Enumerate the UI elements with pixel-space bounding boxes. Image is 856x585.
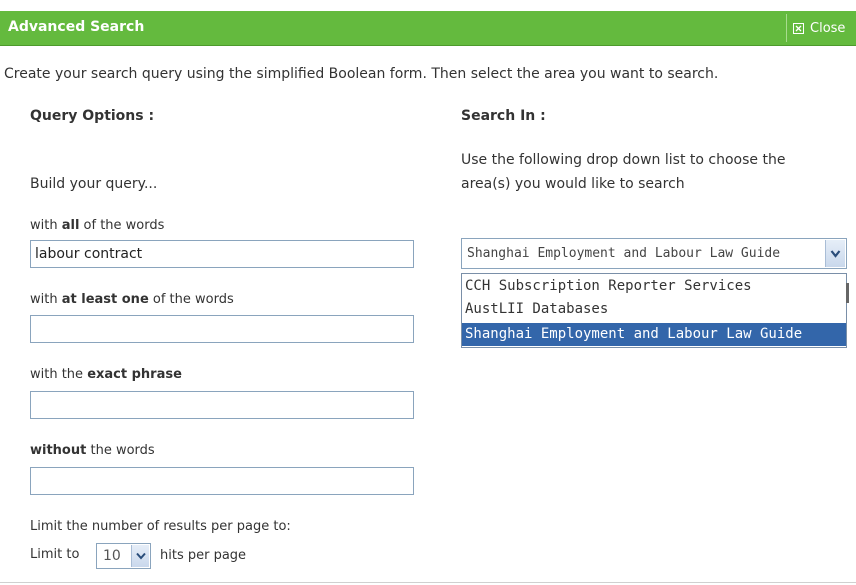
- close-label: Close: [810, 20, 846, 36]
- without-words-input[interactable]: [30, 467, 414, 495]
- build-query-label: Build your query...: [30, 176, 158, 192]
- search-area-dropdown-arrow[interactable]: [825, 240, 845, 267]
- limit-heading: Limit the number of results per page to:: [30, 519, 291, 534]
- exact-phrase-label: with the exact phrase: [30, 367, 182, 382]
- exact-phrase-input[interactable]: [30, 391, 414, 419]
- advanced-search-dialog: Advanced Search Close Create your search…: [0, 0, 856, 585]
- titlebar-divider: [786, 14, 787, 42]
- limit-select[interactable]: 10: [96, 543, 151, 569]
- at-least-one-input[interactable]: [30, 315, 414, 343]
- dialog-title: Advanced Search: [8, 19, 145, 35]
- dialog-bottom-border: [0, 582, 856, 583]
- limit-prefix: Limit to: [30, 547, 80, 562]
- chevron-down-icon: [830, 250, 841, 258]
- search-area-select[interactable]: Shanghai Employment and Labour Law Guide: [461, 238, 847, 269]
- search-area-option[interactable]: CCH Subscription Reporter Services: [462, 275, 846, 298]
- close-button[interactable]: Close: [793, 18, 845, 38]
- without-words-label: without the words: [30, 443, 155, 458]
- query-options-heading: Query Options :: [30, 108, 155, 124]
- search-area-option-highlighted[interactable]: Shanghai Employment and Labour Law Guide: [462, 323, 846, 346]
- dialog-titlebar: Advanced Search Close: [0, 11, 856, 46]
- search-in-instruction-line1: Use the following drop down list to choo…: [461, 152, 786, 168]
- search-area-option[interactable]: AustLII Databases: [462, 298, 846, 321]
- limit-value: 10: [103, 548, 121, 564]
- limit-suffix: hits per page: [160, 548, 247, 563]
- search-in-instruction-line2: area(s) you would like to search: [461, 176, 685, 192]
- search-area-dropdown-list: CCH Subscription Reporter Services AustL…: [461, 273, 847, 348]
- dropdown-scroll-indicator: [846, 283, 849, 303]
- close-box-icon: [793, 22, 804, 34]
- intro-text: Create your search query using the simpl…: [4, 66, 719, 82]
- search-area-selected-value: Shanghai Employment and Labour Law Guide: [467, 246, 781, 261]
- at-least-one-label: with at least one of the words: [30, 292, 234, 307]
- all-words-label: with all of the words: [30, 218, 165, 233]
- search-in-heading: Search In :: [461, 108, 546, 124]
- chevron-down-icon: [135, 552, 146, 560]
- limit-dropdown-arrow[interactable]: [131, 545, 149, 567]
- all-words-input[interactable]: [30, 240, 414, 268]
